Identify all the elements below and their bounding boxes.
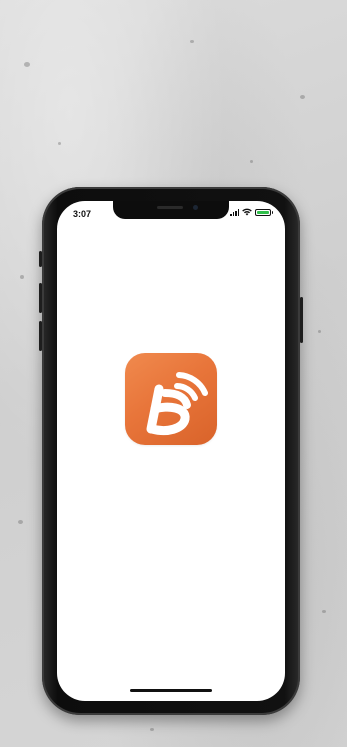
mute-switch [39, 251, 42, 267]
texture-speck [190, 40, 194, 43]
volume-down-button [39, 321, 42, 351]
concrete-background: 3:07 [0, 0, 347, 747]
power-button [300, 297, 303, 343]
texture-speck [300, 95, 305, 99]
battery-level-fill [257, 210, 269, 214]
texture-speck [18, 520, 23, 524]
earpiece-speaker [157, 206, 183, 209]
wifi-icon [242, 208, 252, 216]
texture-speck [250, 160, 253, 163]
status-indicators [230, 208, 273, 216]
app-logo-d-signal-icon[interactable] [125, 353, 217, 445]
battery-charging-icon [255, 208, 273, 216]
logo-glyph [146, 372, 208, 436]
volume-up-button [39, 283, 42, 313]
phone-screen[interactable]: 3:07 [57, 201, 285, 701]
texture-speck [150, 728, 154, 731]
texture-speck [24, 62, 30, 67]
cellular-signal-icon [230, 208, 239, 216]
status-time: 3:07 [73, 209, 92, 219]
smartphone-frame: 3:07 [39, 187, 303, 715]
texture-speck [20, 275, 24, 279]
texture-speck [58, 142, 61, 145]
texture-speck [318, 330, 321, 333]
home-indicator[interactable] [130, 689, 212, 692]
front-camera [193, 205, 198, 210]
notch [113, 201, 229, 219]
texture-speck [322, 610, 326, 613]
